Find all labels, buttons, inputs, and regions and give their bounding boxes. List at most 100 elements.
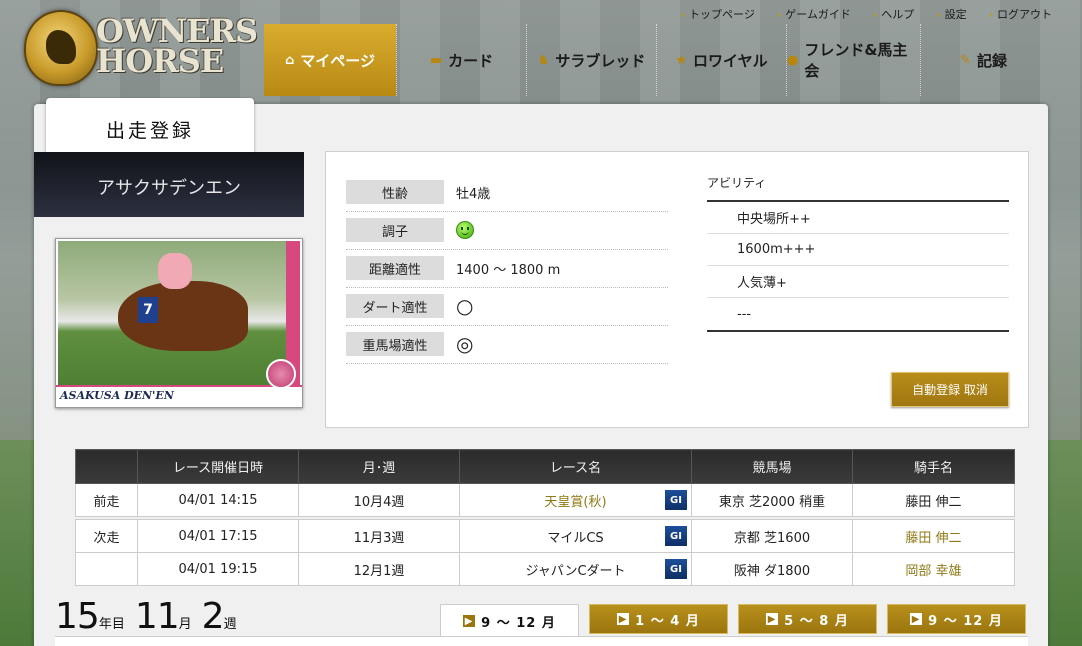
util-link-settings[interactable]: 設定 xyxy=(936,6,967,22)
card-saddle-number: 7 xyxy=(138,297,158,323)
stat-value: 牡4歳 xyxy=(456,186,491,202)
table-header: 競馬場 xyxy=(691,449,853,484)
period-month-unit: 月 xyxy=(178,617,192,632)
stat-row-distance: 距離適性 1400 〜 1800 m xyxy=(346,250,668,288)
tab-label: 5 〜 8 月 xyxy=(784,613,849,629)
race-type: 次走 xyxy=(75,519,138,553)
arrow-right-icon: ▶ xyxy=(463,615,476,627)
nav-tab-records[interactable]: ✎ 記録 xyxy=(920,24,1046,96)
race-week: 11月3週 xyxy=(298,519,460,553)
tab-months-5-8[interactable]: ▶ 5 〜 8 月 xyxy=(738,604,877,634)
race-jockey[interactable]: 藤田 伸二 xyxy=(852,519,1015,553)
horse-card-image[interactable]: 7 ASAKUSA DEN'EN xyxy=(55,238,303,408)
stat-value: 1400 〜 1800 m xyxy=(456,262,561,278)
race-course: 京都 芝1600 xyxy=(691,519,853,553)
util-link-logout[interactable]: ログアウト xyxy=(989,6,1052,22)
chat-icon: ● xyxy=(787,52,799,68)
race-type xyxy=(75,552,138,586)
horse-icon: ♞ xyxy=(537,52,550,68)
ability-title: アビリティ xyxy=(707,176,767,190)
race-name-cell[interactable]: ジャパンCダート GI xyxy=(459,552,692,586)
table-header: 月･週 xyxy=(298,449,460,484)
nav-tab-card[interactable]: ▬ カード xyxy=(396,24,526,96)
stat-row-dirt: ダート適性 ○ xyxy=(346,288,668,326)
grade-badge: GI xyxy=(665,526,687,546)
tab-label: 9 〜 12 月 xyxy=(481,615,556,631)
util-link-guide[interactable]: ゲームガイド xyxy=(777,6,851,22)
stat-label: ダート適性 xyxy=(346,294,444,318)
arrow-right-icon: ▶ xyxy=(910,613,923,625)
ability-item: 中央場所++ xyxy=(707,202,1009,234)
rarity-badge-icon xyxy=(266,359,296,389)
nav-tab-label: フレンド&馬主会 xyxy=(804,41,908,80)
util-link-top[interactable]: トップページ xyxy=(681,6,755,22)
race-name: ジャパンCダート xyxy=(525,563,626,579)
schedule-panel xyxy=(55,636,1028,646)
table-row: 次走 04/01 17:15 11月3週 マイルCS GI 京都 芝1600 藤… xyxy=(75,519,1015,553)
nav-tab-mypage[interactable]: ⌂ マイページ xyxy=(264,24,396,96)
tab-label: 9 〜 12 月 xyxy=(928,613,1003,629)
util-link-help[interactable]: ヘルプ xyxy=(873,6,914,22)
smile-icon xyxy=(456,221,474,239)
tab-months-9-12[interactable]: ▶ 9 〜 12 月 xyxy=(887,604,1026,634)
stat-label: 調子 xyxy=(346,218,444,242)
race-name-cell[interactable]: マイルCS GI xyxy=(459,519,692,553)
auto-registration-cancel-button[interactable]: 自動登録 取消 xyxy=(891,372,1009,407)
race-datetime: 04/01 19:15 xyxy=(137,552,299,586)
horse-crest-icon xyxy=(24,10,98,86)
tab-months-1-4[interactable]: ▶ 1 〜 4 月 xyxy=(589,604,728,634)
card-horse-name: ASAKUSA DEN'EN xyxy=(60,389,174,402)
period-month: 11 xyxy=(134,596,180,637)
period-year-unit: 年目 xyxy=(98,617,125,632)
period-week: 2 xyxy=(201,596,225,637)
current-period: 15 年目 11 月 2 週 xyxy=(55,596,247,640)
month-range-tabs: ▶ 9 〜 12 月 ▶ 1 〜 4 月 ▶ 5 〜 8 月 ▶ 9 〜 12 … xyxy=(440,604,1026,638)
stat-label: 距離適性 xyxy=(346,256,444,280)
star-icon: ★ xyxy=(675,52,688,68)
race-name: マイルCS xyxy=(547,530,604,546)
race-schedule-table: レース開催日時 月･週 レース名 競馬場 騎手名 前走 04/01 14:15 … xyxy=(75,449,1015,586)
utility-nav: トップページ ゲームガイド ヘルプ 設定 ログアウト xyxy=(681,6,1052,22)
grade-badge: GI xyxy=(665,490,687,510)
race-jockey: 藤田 伸二 xyxy=(852,483,1015,517)
table-header: 騎手名 xyxy=(852,449,1015,484)
race-jockey[interactable]: 岡部 幸雄 xyxy=(852,552,1015,586)
tab-months-9-12-current[interactable]: ▶ 9 〜 12 月 xyxy=(440,604,579,638)
table-header-row: レース開催日時 月･週 レース名 競馬場 騎手名 xyxy=(75,449,1015,484)
logo-text: OWNERS HORSE xyxy=(96,12,258,80)
horse-name: アサクサデンエン xyxy=(34,152,304,217)
table-header: レース開催日時 xyxy=(137,449,299,484)
table-row: 前走 04/01 14:15 10月4週 天皇賞(秋) GI 東京 芝2000 … xyxy=(75,483,1015,517)
card-icon: ▬ xyxy=(429,52,443,68)
nav-tab-friend[interactable]: ● フレンド&馬主会 xyxy=(786,24,920,96)
table-row: 04/01 19:15 12月1週 ジャパンCダート GI 阪神 ダ1800 岡… xyxy=(75,552,1015,586)
horse-info-box: 性齢 牡4歳 調子 距離適性 1400 〜 1800 m ダート適性 ○ 重馬場… xyxy=(325,151,1029,428)
stat-value: ○ xyxy=(456,294,474,318)
main-nav: ⌂ マイページ ▬ カード ♞ サラブレッド ★ ロワイヤル ● フレンド&馬主… xyxy=(264,24,1046,96)
race-name-cell[interactable]: 天皇賞(秋) GI xyxy=(459,483,692,517)
ability-item: 1600m+++ xyxy=(707,234,1009,266)
race-course: 東京 芝2000 稍重 xyxy=(691,483,853,517)
nav-tab-label: マイページ xyxy=(300,51,375,70)
nav-tab-label: カード xyxy=(448,51,494,70)
stat-row-sex-age: 性齢 牡4歳 xyxy=(346,174,668,212)
site-header: OWNERS HORSE トップページ ゲームガイド ヘルプ 設定 ログアウト … xyxy=(0,0,1082,100)
grade-badge: GI xyxy=(665,559,687,579)
stat-value: ◎ xyxy=(456,332,474,356)
arrow-right-icon: ▶ xyxy=(766,613,779,625)
nav-tab-label: 記録 xyxy=(976,51,1007,70)
nav-tab-thoroughbred[interactable]: ♞ サラブレッド xyxy=(526,24,656,96)
card-photo: 7 xyxy=(58,241,286,387)
period-week-unit: 週 xyxy=(223,617,237,632)
owners-horse-logo[interactable]: OWNERS HORSE xyxy=(22,6,258,88)
card-name-strip: ASAKUSA DEN'EN xyxy=(56,359,302,407)
race-datetime: 04/01 14:15 xyxy=(137,483,299,517)
ability-item: --- xyxy=(737,306,752,322)
pencil-icon: ✎ xyxy=(960,52,971,68)
race-week: 12月1週 xyxy=(298,552,460,586)
period-year: 15 xyxy=(55,596,100,637)
nav-tab-royale[interactable]: ★ ロワイヤル xyxy=(656,24,786,96)
nav-tab-label: ロワイヤル xyxy=(693,51,768,70)
stat-row-heavy-track: 重馬場適性 ◎ xyxy=(346,326,668,364)
table-header xyxy=(75,449,138,484)
